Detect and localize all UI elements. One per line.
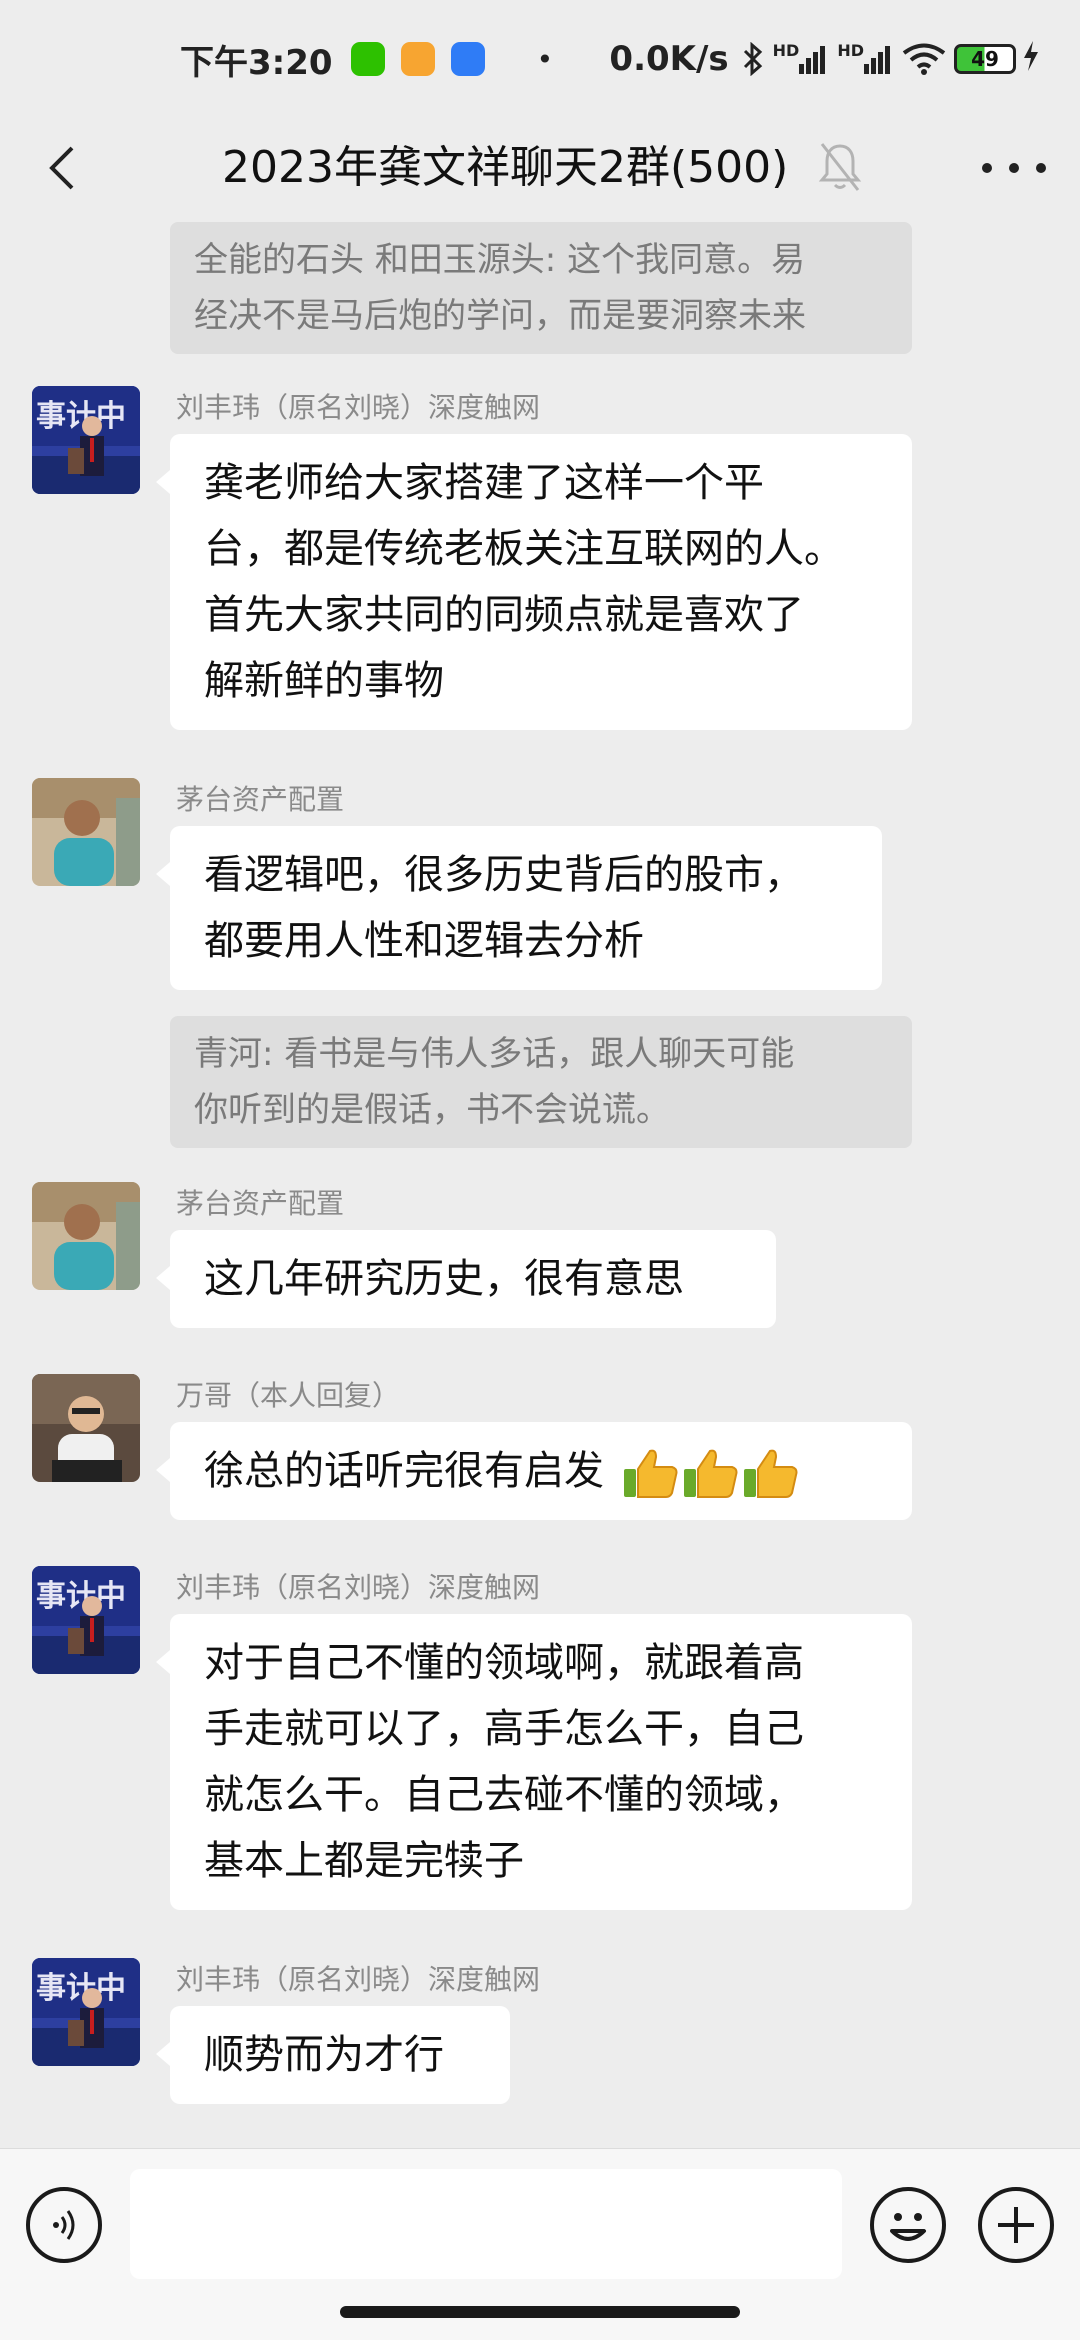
message-line: 徐总的话听完很有启发 [204, 1448, 604, 1494]
avatar-image: 事计中 [32, 1958, 140, 2066]
charging-bolt-icon [1022, 40, 1040, 78]
status-bar: 下午3:20 • 0.0K/s HD HD 49 [0, 0, 1080, 118]
avatar[interactable] [32, 1374, 140, 1482]
battery-indicator: 49 [954, 44, 1016, 74]
bluetooth-icon [743, 42, 762, 76]
thumbs-up-icon [684, 1449, 738, 1498]
quote-line: 全能的石头 和田玉源头: 这个我同意。易 [194, 240, 806, 280]
sender-name: 万哥（本人回复） [176, 1379, 401, 1412]
signal1-icon [799, 44, 827, 74]
emoji-button[interactable] [870, 2187, 946, 2263]
message-bubble[interactable]: 这几年研究历史，很有意思 [156, 1230, 776, 1328]
signal1-hd-label: HD [772, 41, 800, 60]
chat-header: 2023年龚文祥聊天2群(500) [0, 118, 1080, 218]
message-bubble[interactable]: 看逻辑吧，很多历史背后的股市， 都要用人性和逻辑去分析 [156, 826, 882, 990]
quote-line: 经决不是马后炮的学问，而是要洞察未来 [194, 296, 806, 336]
more-dot [1009, 163, 1019, 173]
more-dot [1036, 163, 1046, 173]
thumbs-up-emojis [618, 1447, 798, 1499]
emoji-icon [890, 2213, 926, 2241]
thumbs-up-icon [744, 1449, 798, 1498]
message-line: 基本上都是完犊子 [204, 1838, 524, 1884]
status-dot: • [536, 42, 554, 76]
voice-icon [53, 2210, 75, 2240]
message-line: 台，都是传统老板关注互联网的人。 [204, 526, 844, 572]
signal2-hd-label: HD [837, 41, 864, 60]
quote-line: 你听到的是假话，书不会说谎。 [194, 1090, 670, 1130]
message-line: 首先大家共同的同频点就是喜欢了 [204, 592, 804, 638]
sender-name: 刘丰玮（原名刘晓）深度触网 [176, 1963, 541, 1996]
message-line: 就怎么干。自己去碰不懂的领域， [204, 1772, 804, 1818]
chevron-left-icon [49, 146, 74, 190]
svg-text:事计中: 事计中 [36, 1971, 126, 2006]
message-line: 顺势而为才行 [204, 2032, 444, 2078]
message-bubble[interactable]: 顺势而为才行 [156, 2006, 510, 2104]
wifi-icon [902, 43, 946, 75]
sender-name: 茅台资产配置 [176, 783, 345, 816]
sender-name: 茅台资产配置 [176, 1187, 345, 1220]
notes-app-icon [400, 42, 435, 76]
chat-list[interactable]: 全能的石头 和田玉源头: 这个我同意。易 经决不是马后炮的学问，而是要洞察未来 … [0, 218, 1080, 2148]
message-input[interactable] [130, 2169, 842, 2279]
voice-button[interactable] [26, 2187, 102, 2263]
avatar[interactable]: 事计中 [32, 1566, 140, 1674]
quote-line: 青河: 看书是与伟人多话，跟人聊天可能 [194, 1034, 795, 1074]
avatar[interactable] [32, 778, 140, 886]
status-right-group: 0.0K/s HD HD 49 [609, 39, 1040, 79]
message-bubble[interactable]: 龚老师给大家搭建了这样一个平 台，都是传统老板关注互联网的人。 首先大家共同的同… [156, 434, 912, 730]
svg-text:事计中: 事计中 [36, 1579, 126, 1614]
bell-off-icon [818, 143, 862, 191]
signal2-icon [864, 44, 892, 74]
message-line: 这几年研究历史，很有意思 [204, 1256, 684, 1302]
svg-text:事计中: 事计中 [36, 399, 126, 434]
avatar[interactable] [32, 1182, 140, 1290]
message-line: 手走就可以了，高手怎么干，自己 [204, 1706, 804, 1752]
message-line: 看逻辑吧，很多历史背后的股市， [204, 852, 804, 898]
more-dot [982, 163, 992, 173]
battery-level: 49 [971, 47, 999, 71]
avatar[interactable]: 事计中 [32, 1958, 140, 2066]
avatar-image [32, 778, 140, 886]
wechat-app-icon [350, 42, 385, 76]
plus-icon [998, 2207, 1034, 2243]
message-line: 解新鲜的事物 [204, 658, 444, 704]
message-bubble[interactable]: 徐总的话听完很有启发 [156, 1422, 912, 1520]
home-indicator[interactable] [340, 2306, 740, 2318]
hotspot-app-icon [450, 42, 485, 76]
network-speed: 0.0K/s [609, 39, 729, 79]
chat-title: 2023年龚文祥聊天2群(500) [222, 142, 789, 193]
message-bubble[interactable]: 对于自己不懂的领域啊，就跟着高 手走就可以了，高手怎么干，自己 就怎么干。自己去… [156, 1614, 912, 1910]
thumbs-up-icon [624, 1449, 678, 1498]
more-button[interactable] [982, 142, 1046, 194]
sender-name: 刘丰玮（原名刘晓）深度触网 [176, 1571, 541, 1604]
avatar-image [32, 1182, 140, 1290]
quote-message[interactable]: 青河: 看书是与伟人多话，跟人聊天可能 你听到的是假话，书不会说谎。 [170, 1016, 912, 1148]
quote-message[interactable]: 全能的石头 和田玉源头: 这个我同意。易 经决不是马后炮的学问，而是要洞察未来 [170, 222, 912, 354]
message-line: 龚老师给大家搭建了这样一个平 [204, 460, 764, 506]
avatar[interactable]: 事计中 [32, 386, 140, 494]
message-line: 都要用人性和逻辑去分析 [204, 918, 644, 964]
status-time: 下午3:20 [180, 42, 333, 83]
avatar-image: 事计中 [32, 1566, 140, 1674]
back-button[interactable] [34, 140, 90, 196]
avatar-image [32, 1374, 140, 1482]
message-line: 对于自己不懂的领域啊，就跟着高 [204, 1640, 804, 1686]
plus-button[interactable] [978, 2187, 1054, 2263]
sender-name: 刘丰玮（原名刘晓）深度触网 [176, 391, 541, 424]
avatar-image: 事计中 [32, 386, 140, 494]
